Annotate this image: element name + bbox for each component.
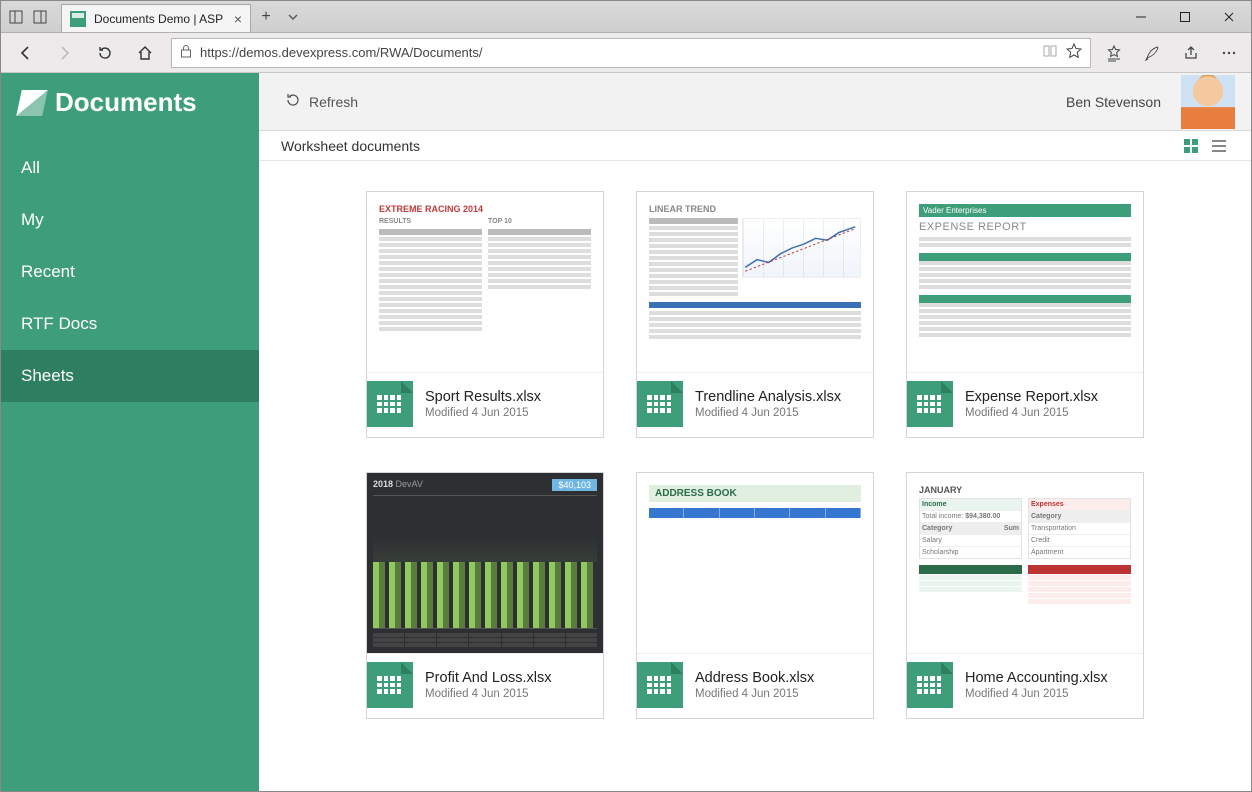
favorites-list-icon[interactable]	[1103, 41, 1127, 65]
app-logo-text: Documents	[55, 87, 197, 118]
document-thumb: 2018 DevAV $40,103	[367, 473, 603, 653]
thumb-title: EXPENSE REPORT	[919, 221, 1131, 233]
document-thumb: EXTREME RACING 2014 RESULTS TOP 10	[367, 192, 603, 372]
view-toggle	[1181, 136, 1229, 156]
spreadsheet-icon	[637, 662, 683, 708]
document-thumb: LINEAR TREND	[637, 192, 873, 372]
more-icon[interactable]	[1217, 41, 1241, 65]
app-logo[interactable]: Documents	[1, 73, 259, 142]
documents-grid: EXTREME RACING 2014 RESULTS TOP 10	[259, 161, 1251, 749]
document-title: Trendline Analysis.xlsx	[695, 389, 841, 405]
document-card[interactable]: JANUARY Income Total income: $94,380.00 …	[906, 472, 1144, 719]
document-card[interactable]: Vader Enterprises EXPENSE REPORT Expense…	[906, 191, 1144, 438]
share-icon[interactable]	[1179, 41, 1203, 65]
document-modified: Modified 4 Jun 2015	[425, 688, 552, 700]
nav-forward-button[interactable]	[51, 39, 79, 67]
browser-titlebar: Documents Demo | ASP × +	[1, 1, 1251, 33]
sidebar-item-recent[interactable]: Recent	[1, 246, 259, 298]
pen-icon[interactable]	[1141, 41, 1165, 65]
document-modified: Modified 4 Jun 2015	[695, 688, 814, 700]
sidebar-item-my[interactable]: My	[1, 194, 259, 246]
spreadsheet-icon	[367, 662, 413, 708]
tab-title: Documents Demo | ASP	[94, 12, 226, 26]
thumb-title: EXTREME RACING 2014	[379, 204, 591, 214]
sidebar: Documents All My Recent RTF Docs Sheets	[1, 73, 259, 791]
window-layout1-icon[interactable]	[5, 6, 27, 28]
tabs-overflow-icon[interactable]	[281, 1, 305, 32]
sidebar-item-label: RTF Docs	[21, 314, 97, 333]
browser-tab[interactable]: Documents Demo | ASP ×	[61, 4, 251, 32]
document-title: Address Book.xlsx	[695, 670, 814, 686]
sidebar-item-label: Sheets	[21, 366, 74, 385]
document-title: Profit And Loss.xlsx	[425, 670, 552, 686]
document-modified: Modified 4 Jun 2015	[965, 688, 1108, 700]
address-bar[interactable]: https://demos.devexpress.com/RWA/Documen…	[171, 38, 1091, 68]
sidebar-item-rtfdocs[interactable]: RTF Docs	[1, 298, 259, 350]
refresh-label: Refresh	[309, 94, 358, 110]
window-controls	[1119, 1, 1251, 32]
nav-back-button[interactable]	[11, 39, 39, 67]
document-title: Expense Report.xlsx	[965, 389, 1098, 405]
topbar: Refresh Ben Stevenson	[259, 73, 1251, 131]
thumb-title: LINEAR TREND	[649, 204, 861, 214]
window-left-buttons	[1, 1, 55, 32]
sidebar-item-label: My	[21, 210, 44, 229]
sidebar-item-label: Recent	[21, 262, 75, 281]
document-thumb: Vader Enterprises EXPENSE REPORT	[907, 192, 1143, 372]
document-card[interactable]: 2018 DevAV $40,103 Profit And Loss.xlsx …	[366, 472, 604, 719]
document-title: Sport Results.xlsx	[425, 389, 541, 405]
window-close-button[interactable]	[1207, 1, 1251, 33]
toolbar-right-icons	[1103, 41, 1241, 65]
document-modified: Modified 4 Jun 2015	[965, 407, 1098, 419]
avatar[interactable]	[1181, 75, 1235, 129]
thumb-subhead: Vader Enterprises	[919, 204, 1131, 217]
section-title: Worksheet documents	[281, 138, 420, 154]
document-card[interactable]: ADDRESS BOOK Address Book.xlsx Modified …	[636, 472, 874, 719]
spreadsheet-icon	[907, 381, 953, 427]
sidebar-item-label: All	[21, 158, 40, 177]
document-card[interactable]: LINEAR TREND Trendline Analysis.xlsx Mod…	[636, 191, 874, 438]
grid-view-button[interactable]	[1181, 136, 1201, 156]
document-title: Home Accounting.xlsx	[965, 670, 1108, 686]
spreadsheet-icon	[637, 381, 683, 427]
document-thumb: JANUARY Income Total income: $94,380.00 …	[907, 473, 1143, 653]
tab-close-icon[interactable]: ×	[234, 11, 242, 27]
section-header: Worksheet documents	[259, 131, 1251, 161]
window-layout2-icon[interactable]	[29, 6, 51, 28]
sidebar-item-all[interactable]: All	[1, 142, 259, 194]
spreadsheet-icon	[367, 381, 413, 427]
tab-favicon-icon	[70, 11, 86, 27]
refresh-icon	[285, 92, 301, 111]
refresh-button[interactable]: Refresh	[275, 86, 368, 117]
document-thumb: ADDRESS BOOK	[637, 473, 873, 653]
username-label[interactable]: Ben Stevenson	[1066, 94, 1161, 110]
new-tab-button[interactable]: +	[251, 1, 281, 32]
list-view-button[interactable]	[1209, 136, 1229, 156]
main-content: Refresh Ben Stevenson Worksheet document…	[259, 73, 1251, 791]
spreadsheet-icon	[907, 662, 953, 708]
address-url: https://demos.devexpress.com/RWA/Documen…	[200, 45, 1034, 60]
nav-refresh-button[interactable]	[91, 39, 119, 67]
browser-toolbar: https://demos.devexpress.com/RWA/Documen…	[1, 33, 1251, 73]
document-card[interactable]: EXTREME RACING 2014 RESULTS TOP 10	[366, 191, 604, 438]
window-maximize-button[interactable]	[1163, 1, 1207, 33]
window-minimize-button[interactable]	[1119, 1, 1163, 33]
nav-home-button[interactable]	[131, 39, 159, 67]
document-modified: Modified 4 Jun 2015	[425, 407, 541, 419]
favorite-star-icon[interactable]	[1066, 43, 1082, 62]
reading-mode-icon[interactable]	[1042, 44, 1058, 61]
sidebar-item-sheets[interactable]: Sheets	[1, 350, 259, 402]
document-modified: Modified 4 Jun 2015	[695, 407, 841, 419]
lock-icon	[180, 44, 192, 61]
logo-icon	[16, 90, 48, 116]
thumb-title: ADDRESS BOOK	[649, 485, 861, 502]
